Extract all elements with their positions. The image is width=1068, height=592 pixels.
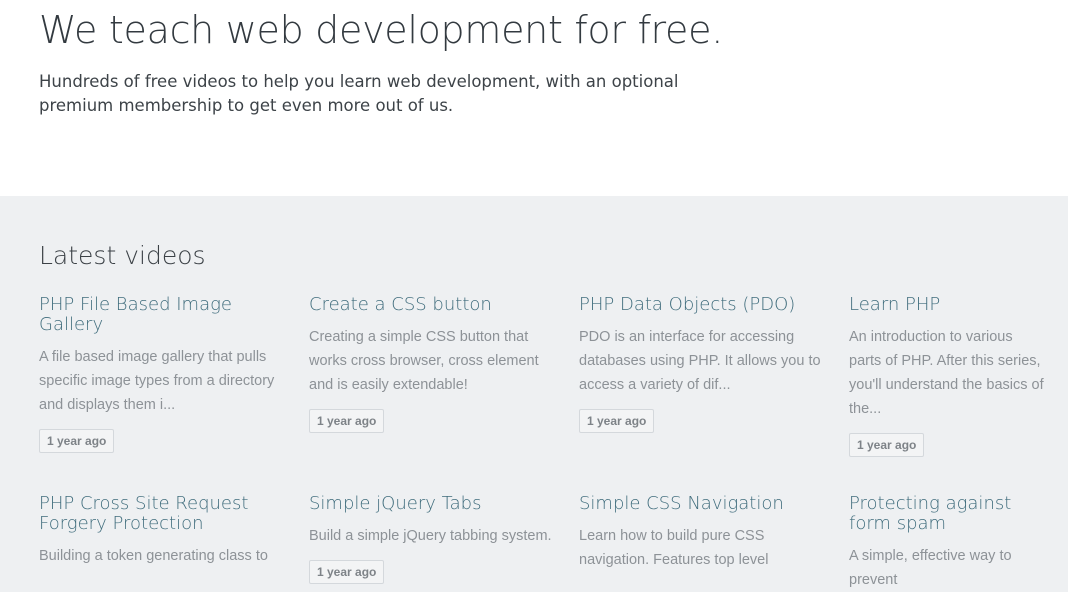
video-description: PDO is an interface for accessing databa… bbox=[579, 329, 821, 393]
hero-subtitle: Hundreds of free videos to help you lear… bbox=[39, 72, 679, 115]
video-card[interactable]: Simple CSS Navigation Learn how to build… bbox=[579, 494, 849, 592]
video-age-badge: 1 year ago bbox=[39, 429, 115, 453]
video-title-link[interactable]: PHP Cross Site Request Forgery Protectio… bbox=[39, 494, 287, 534]
hero-title: We teach web development for free. bbox=[39, 8, 723, 52]
hero-section: We teach web development for free. Hundr… bbox=[0, 0, 1068, 196]
video-title-link[interactable]: Learn PHP bbox=[849, 295, 1047, 315]
video-age-badge: 1 year ago bbox=[849, 433, 925, 457]
video-title-link[interactable]: Protecting against form spam bbox=[849, 494, 1047, 534]
video-card[interactable]: Protecting against form spam A simple, e… bbox=[849, 494, 1068, 592]
video-card[interactable]: Create a CSS button Creating a simple CS… bbox=[309, 295, 579, 494]
video-title-link[interactable]: PHP Data Objects (PDO) bbox=[579, 295, 827, 315]
video-title-link[interactable]: PHP File Based Image Gallery bbox=[39, 295, 287, 335]
video-card[interactable]: PHP File Based Image Gallery A file base… bbox=[39, 295, 309, 494]
video-card[interactable]: PHP Data Objects (PDO) PDO is an interfa… bbox=[579, 295, 849, 494]
video-description: A simple, effective way to prevent bbox=[849, 548, 1012, 588]
video-card[interactable]: Simple jQuery Tabs Build a simple jQuery… bbox=[309, 494, 579, 592]
video-description: Creating a simple CSS button that works … bbox=[309, 329, 539, 393]
video-card[interactable]: Learn PHP An introduction to various par… bbox=[849, 295, 1068, 494]
video-description: An introduction to various parts of PHP.… bbox=[849, 329, 1044, 417]
video-title-link[interactable]: Simple CSS Navigation bbox=[579, 494, 827, 514]
video-description: A file based image gallery that pulls sp… bbox=[39, 349, 275, 413]
video-title-link[interactable]: Create a CSS button bbox=[309, 295, 557, 315]
video-age-badge: 1 year ago bbox=[309, 560, 385, 584]
section-title: Latest videos bbox=[39, 241, 206, 270]
video-description: Learn how to build pure CSS navigation. … bbox=[579, 528, 769, 568]
video-age-badge: 1 year ago bbox=[309, 409, 385, 433]
video-title-link[interactable]: Simple jQuery Tabs bbox=[309, 494, 557, 514]
latest-videos-section: Latest videos PHP File Based Image Galle… bbox=[0, 196, 1068, 588]
video-card[interactable]: PHP Cross Site Request Forgery Protectio… bbox=[39, 494, 309, 592]
video-description: Build a simple jQuery tabbing system. bbox=[309, 528, 552, 544]
video-age-badge: 1 year ago bbox=[579, 409, 655, 433]
video-description: Building a token generating class to bbox=[39, 548, 268, 564]
video-grid: PHP File Based Image Gallery A file base… bbox=[39, 295, 1068, 592]
